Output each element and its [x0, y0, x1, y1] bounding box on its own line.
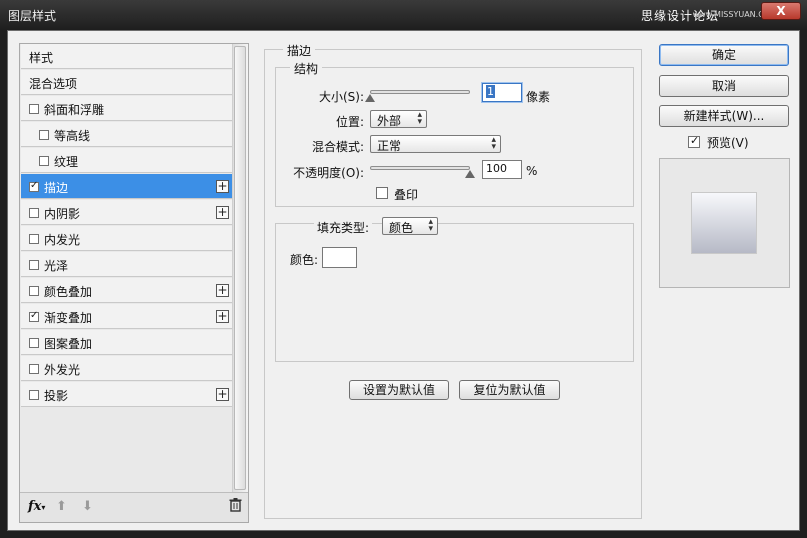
style-item-checkbox[interactable]: [29, 234, 39, 244]
overprint-checkbox[interactable]: [376, 187, 388, 199]
color-swatch[interactable]: [322, 247, 357, 268]
blend-mode-label: 混合模式:: [311, 140, 364, 154]
style-item-label: 纹理: [54, 155, 79, 169]
preview-swatch: [691, 192, 757, 254]
fx-menu-icon[interactable]: fx▾: [28, 499, 45, 514]
cancel-button[interactable]: 取消: [659, 75, 789, 97]
fill-type-label: 填充类型:: [314, 219, 373, 236]
style-item[interactable]: 内阴影 +: [21, 200, 232, 225]
style-item-label: 内阴影: [44, 207, 81, 221]
style-item-checkbox[interactable]: [39, 156, 49, 166]
style-item[interactable]: 投影 +: [21, 382, 232, 407]
close-icon: X: [776, 4, 786, 18]
style-item-checkbox[interactable]: [29, 286, 39, 296]
style-item-label: 图案叠加: [44, 337, 93, 351]
style-item[interactable]: 混合选项: [21, 70, 232, 95]
style-item-checkbox[interactable]: ✓: [29, 180, 39, 192]
style-item-label: 描边: [44, 181, 69, 195]
style-item-label: 等高线: [54, 129, 91, 143]
opacity-unit: %: [526, 164, 538, 178]
style-item[interactable]: 颜色叠加 +: [21, 278, 232, 303]
style-item-checkbox[interactable]: [29, 338, 39, 348]
reset-default-button[interactable]: 复位为默认值: [459, 380, 560, 400]
opacity-input[interactable]: 100: [482, 160, 522, 179]
style-item-checkbox[interactable]: ✓: [29, 310, 39, 322]
title-bar[interactable]: 图层样式 思缘设计论坛 www.MISSYUAN.COM X: [0, 0, 807, 30]
structure-title: 结构: [290, 60, 323, 77]
fill-type-select[interactable]: 颜色 ▴ ▾: [382, 217, 438, 235]
add-effect-icon[interactable]: +: [216, 284, 229, 297]
style-item-label: 内发光: [44, 233, 81, 247]
opacity-label: 不透明度(O):: [293, 166, 364, 180]
structure-group: 结构 大小(S): 1 像素 位置: 外部 ▴ ▾ 混合模式: 正常 ▴ ▾ 不透明…: [275, 60, 634, 207]
style-item[interactable]: 光泽: [21, 252, 232, 277]
style-list-panel: 样式混合选项斜面和浮雕等高线纹理 ✓ 描边 + 内阴影 + 内发光光泽颜色叠加 + ✓ 渐变叠加 +…: [19, 43, 249, 523]
move-down-icon[interactable]: ⬇: [82, 499, 93, 514]
position-select[interactable]: 外部 ▴ ▾: [370, 110, 427, 128]
preview-label: 预览(V): [707, 136, 749, 150]
style-item[interactable]: 斜面和浮雕: [21, 96, 232, 121]
add-effect-icon[interactable]: +: [216, 310, 229, 323]
size-slider[interactable]: [370, 90, 470, 94]
style-item[interactable]: 纹理: [21, 148, 232, 173]
checkmark-icon: ✓: [690, 134, 700, 147]
checkmark-icon: ✓: [30, 310, 39, 321]
style-item-checkbox[interactable]: [29, 104, 39, 114]
size-slider-knob[interactable]: [365, 94, 375, 102]
close-button[interactable]: X: [761, 2, 801, 20]
add-effect-icon[interactable]: +: [216, 206, 229, 219]
style-item-label: 样式: [29, 51, 54, 65]
style-item-label: 光泽: [44, 259, 69, 273]
checkmark-icon: ✓: [30, 180, 39, 191]
style-item-checkbox[interactable]: [29, 260, 39, 270]
style-item-label: 颜色叠加: [44, 285, 93, 299]
style-item-label: 渐变叠加: [44, 311, 93, 325]
delete-effect-icon[interactable]: [229, 498, 242, 516]
preview-checkbox[interactable]: ✓: [688, 134, 700, 148]
style-list-scrollbar[interactable]: [232, 44, 248, 492]
size-unit: 像素: [526, 90, 551, 104]
blend-mode-select[interactable]: 正常 ▴ ▾: [370, 135, 501, 153]
style-item-label: 混合选项: [29, 77, 78, 91]
style-item[interactable]: 样式: [21, 44, 232, 69]
fill-group: 填充类型: 颜色 ▴ ▾ 颜色:: [275, 217, 634, 362]
add-effect-icon[interactable]: +: [216, 180, 229, 193]
opacity-slider-knob[interactable]: [465, 170, 475, 178]
overprint-label: 叠印: [394, 188, 419, 202]
ok-button[interactable]: 确定: [659, 44, 789, 66]
style-item[interactable]: 等高线: [21, 122, 232, 147]
style-item-label: 投影: [44, 389, 69, 403]
style-list-toolbar: fx▾ ⬆ ⬇: [20, 492, 248, 522]
new-style-button[interactable]: 新建样式(W)...: [659, 105, 789, 127]
stroke-title: 描边: [283, 42, 316, 59]
style-item-checkbox[interactable]: [29, 364, 39, 374]
style-item[interactable]: 图案叠加: [21, 330, 232, 355]
style-item[interactable]: 内发光: [21, 226, 232, 251]
move-up-icon[interactable]: ⬆: [56, 499, 67, 514]
style-item-checkbox[interactable]: [29, 208, 39, 218]
opacity-slider[interactable]: [370, 166, 470, 170]
style-item-checkbox[interactable]: [29, 390, 39, 400]
layer-style-dialog: 图层样式 思缘设计论坛 www.MISSYUAN.COM X 样式混合选项斜面和…: [0, 0, 807, 538]
style-item[interactable]: ✓ 描边 +: [21, 174, 232, 199]
size-input[interactable]: 1: [482, 83, 522, 102]
set-default-button[interactable]: 设置为默认值: [349, 380, 449, 400]
dialog-body: 样式混合选项斜面和浮雕等高线纹理 ✓ 描边 + 内阴影 + 内发光光泽颜色叠加 + ✓ 渐变叠加 +…: [7, 30, 800, 531]
style-item-checkbox[interactable]: [39, 130, 49, 140]
style-item-label: 斜面和浮雕: [44, 103, 105, 117]
style-item[interactable]: ✓ 渐变叠加 +: [21, 304, 232, 329]
scrollbar-thumb[interactable]: [234, 46, 246, 490]
size-label: 大小(S):: [318, 90, 364, 104]
preview-box: [659, 158, 790, 288]
color-label: 颜色:: [290, 253, 319, 267]
stroke-group: 描边 结构 大小(S): 1 像素 位置: 外部 ▴ ▾ 混合模式: 正常 ▴ ▾: [264, 42, 642, 519]
add-effect-icon[interactable]: +: [216, 388, 229, 401]
style-item[interactable]: 外发光: [21, 356, 232, 381]
position-label: 位置:: [335, 115, 364, 129]
window-title: 图层样式: [8, 9, 57, 23]
style-item-label: 外发光: [44, 363, 81, 377]
